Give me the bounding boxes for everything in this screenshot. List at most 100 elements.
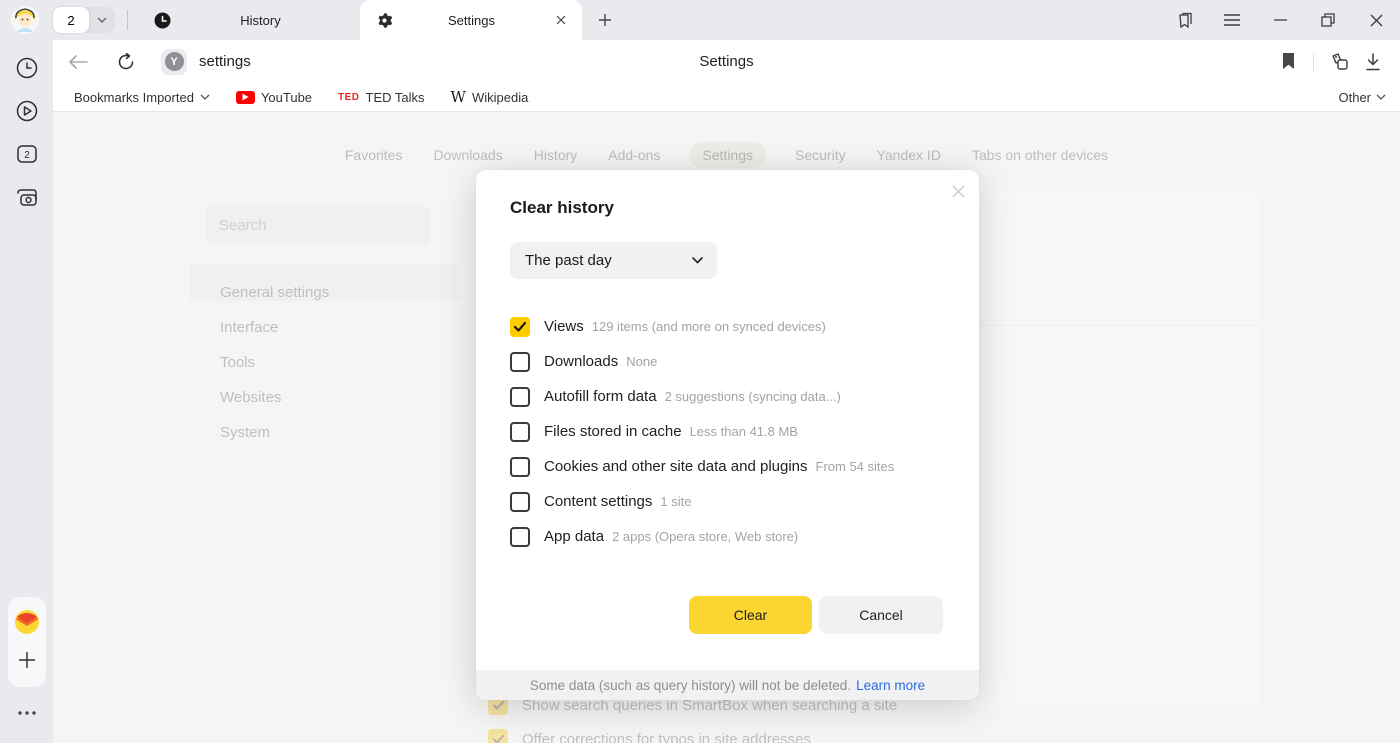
toolbar: Y settings Settings	[53, 40, 1400, 83]
learn-more-link[interactable]: Learn more	[856, 678, 925, 693]
autofill-checkbox[interactable]	[510, 387, 530, 407]
bookmarks-bar: Bookmarks Imported YouTube TED TED Talks…	[53, 83, 1400, 112]
option-views[interactable]: Views 129 items (and more on synced devi…	[510, 309, 943, 344]
player-icon[interactable]	[9, 93, 45, 129]
sidebar-bottom-group	[8, 597, 46, 687]
option-content-settings[interactable]: Content settings 1 site	[510, 484, 943, 519]
option-label: Downloads	[544, 353, 618, 370]
checkbox-checked-icon	[488, 729, 508, 743]
option-meta: From 54 sites	[816, 459, 895, 474]
close-window-icon[interactable]	[1352, 0, 1400, 40]
clear-options-list: Views 129 items (and more on synced devi…	[510, 309, 943, 554]
tab-label: History	[171, 13, 350, 28]
cache-checkbox[interactable]	[510, 422, 530, 442]
add-panel-plus-icon[interactable]	[9, 642, 45, 678]
modal-close-icon[interactable]	[945, 178, 971, 204]
clock-icon	[154, 12, 171, 29]
site-badge[interactable]: Y	[161, 49, 187, 75]
option-label: Views	[544, 318, 584, 335]
maximize-icon[interactable]	[1304, 0, 1352, 40]
tab-counter[interactable]: 2	[53, 7, 89, 33]
yandex-browser-logo[interactable]	[9, 604, 45, 640]
sidebar-item-system[interactable]: System	[220, 424, 270, 441]
svg-text:2: 2	[24, 150, 30, 161]
reload-icon[interactable]	[109, 45, 143, 79]
new-tab-button[interactable]	[590, 5, 620, 35]
bookmark-ted-talks[interactable]: TED TED Talks	[338, 90, 425, 105]
settings-search-input[interactable]: Search	[205, 205, 430, 245]
nav-tab-security[interactable]: Security	[793, 142, 848, 168]
more-ellipsis-icon[interactable]	[9, 695, 45, 731]
sidebar-item-websites[interactable]: Websites	[220, 389, 281, 406]
option-meta: 2 suggestions (syncing data...)	[665, 389, 841, 404]
nav-tab-addons[interactable]: Add-ons	[606, 142, 662, 168]
chevron-down-icon[interactable]	[89, 7, 115, 33]
tab-settings[interactable]: Settings	[360, 0, 582, 40]
wikipedia-icon: W	[451, 88, 466, 106]
bookmark-youtube[interactable]: YouTube	[236, 90, 312, 105]
nav-tab-yandex-id[interactable]: Yandex ID	[875, 142, 943, 168]
yandex-site-icon: Y	[165, 52, 184, 71]
option-typo-corrections[interactable]: Offer corrections for typos in site addr…	[488, 729, 811, 743]
page-title: Settings	[699, 53, 753, 70]
download-icon[interactable]	[1356, 45, 1390, 79]
tab-history[interactable]: History	[138, 0, 360, 40]
sidebar-item-general-settings[interactable]: General settings	[220, 284, 329, 301]
option-meta: None	[626, 354, 657, 369]
sidebar-item-interface[interactable]: Interface	[220, 319, 278, 336]
minimize-icon[interactable]	[1256, 0, 1304, 40]
menu-icon[interactable]	[1208, 0, 1256, 40]
option-downloads[interactable]: Downloads None	[510, 344, 943, 379]
divider	[1313, 53, 1314, 71]
nav-tab-favorites[interactable]: Favorites	[343, 142, 405, 168]
modal-footer: Some data (such as query history) will n…	[476, 670, 979, 700]
footer-note: Some data (such as query history) will n…	[530, 678, 851, 693]
tab-label: Settings	[393, 13, 550, 28]
bookmark-icon[interactable]	[1271, 45, 1305, 79]
chevron-down-icon	[200, 94, 210, 100]
bookmark-label: Wikipedia	[472, 90, 528, 105]
cookies-checkbox[interactable]	[510, 457, 530, 477]
option-label: Files stored in cache	[544, 423, 682, 440]
app-data-checkbox[interactable]	[510, 527, 530, 547]
nav-tab-settings[interactable]: Settings	[689, 142, 766, 168]
option-label: Autofill form data	[544, 388, 657, 405]
clear-button[interactable]: Clear	[689, 596, 812, 634]
browser-window: 2 History Settings	[0, 0, 1400, 743]
collections-icon[interactable]	[1322, 45, 1356, 79]
option-meta: Less than 41.8 MB	[690, 424, 798, 439]
ted-icon: TED	[338, 92, 360, 103]
option-meta: 129 items (and more on synced devices)	[592, 319, 826, 334]
cancel-button[interactable]: Cancel	[819, 596, 943, 634]
content-settings-checkbox[interactable]	[510, 492, 530, 512]
folder-label: Bookmarks Imported	[74, 90, 194, 105]
option-label: App data	[544, 528, 604, 545]
chevron-down-icon	[692, 257, 703, 264]
bookmark-wikipedia[interactable]: W Wikipedia	[451, 88, 529, 106]
content-area: Favorites Downloads History Add-ons Sett…	[53, 112, 1400, 743]
address-bar-url[interactable]: settings	[199, 53, 251, 70]
views-checkbox[interactable]	[510, 317, 530, 337]
nav-tab-downloads[interactable]: Downloads	[431, 142, 504, 168]
other-bookmarks-dropdown[interactable]: Other	[1338, 90, 1386, 105]
sidebar-item-tools[interactable]: Tools	[220, 354, 255, 371]
bookmarks-imported-folder[interactable]: Bookmarks Imported	[74, 90, 210, 105]
screenshot-camera-icon[interactable]	[9, 179, 45, 215]
option-app-data[interactable]: App data 2 apps (Opera store, Web store)	[510, 519, 943, 554]
option-label: Cookies and other site data and plugins	[544, 458, 808, 475]
user-avatar[interactable]	[11, 6, 39, 34]
tabs-panel-icon[interactable]: 2	[9, 136, 45, 172]
close-tab-icon[interactable]	[550, 9, 572, 31]
clear-history-modal: Clear history The past day Views 129 ite…	[476, 170, 979, 700]
nav-tab-other-devices[interactable]: Tabs on other devices	[970, 142, 1110, 168]
back-icon[interactable]	[61, 45, 95, 79]
option-cache[interactable]: Files stored in cache Less than 41.8 MB	[510, 414, 943, 449]
period-value: The past day	[525, 252, 612, 269]
option-autofill[interactable]: Autofill form data 2 suggestions (syncin…	[510, 379, 943, 414]
history-clock-icon[interactable]	[9, 50, 45, 86]
nav-tab-history[interactable]: History	[532, 142, 580, 168]
downloads-checkbox[interactable]	[510, 352, 530, 372]
side-panels-icon[interactable]	[1160, 0, 1208, 40]
option-cookies[interactable]: Cookies and other site data and plugins …	[510, 449, 943, 484]
time-period-select[interactable]: The past day	[510, 242, 717, 279]
